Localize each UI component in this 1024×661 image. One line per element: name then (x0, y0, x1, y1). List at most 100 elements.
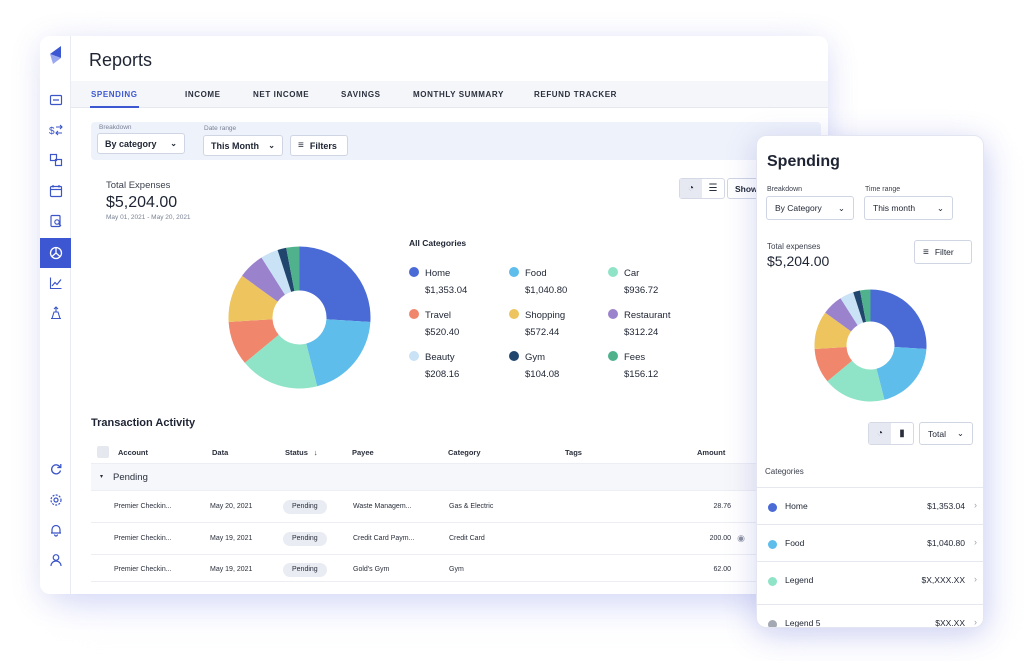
tab-spending[interactable]: SPENDING (90, 81, 139, 108)
notifications-icon[interactable] (40, 517, 71, 543)
select-all-checkbox[interactable] (97, 446, 109, 458)
col-category[interactable]: Category (448, 448, 481, 457)
breakdown-value: By category (105, 138, 157, 149)
tab-income[interactable]: INCOME (185, 81, 221, 108)
row-account: Premier Checkin... (114, 566, 172, 573)
row-amount: 28.76 (713, 503, 731, 510)
table-row[interactable]: Premier Checkin... May 20, 2021 Pending Was… (91, 491, 803, 523)
slice-food[interactable] (306, 319, 371, 387)
col-status[interactable]: Status ↓ (285, 448, 318, 457)
chevron-down-icon: ⌄ (936, 202, 944, 213)
table-row[interactable]: Premier Checkin... May 19, 2021 Pending Cre… (91, 523, 803, 555)
slice-home[interactable] (299, 246, 371, 322)
mobile-category-item[interactable]: Legend 5 $XX.XX › (757, 604, 983, 627)
category-name: Food (785, 538, 805, 548)
desktop-window: $ Reports SPENDING INCOME NET INCOME SAV… (40, 36, 828, 594)
mobile-breakdown-value: By Category (775, 203, 822, 213)
table-header: Account Data Status ↓ Payee Category Tags… (91, 440, 803, 464)
calendar-icon[interactable] (40, 178, 71, 204)
mobile-timerange-label: Time range (865, 186, 901, 193)
tab-net-income[interactable]: NET INCOME (253, 81, 309, 108)
legend-name: Fees (624, 352, 646, 363)
legend-name: Beauty (425, 352, 455, 363)
sort-down-icon: ↓ (313, 448, 318, 457)
legend-amount: $1,353.04 (425, 285, 468, 296)
mobile-panel: Spending Breakdown By Category ⌄ Time ran… (756, 135, 984, 628)
total-expenses-label: Total Expenses (106, 180, 171, 191)
chevron-right-icon: › (974, 500, 977, 510)
col-status-label: Status (285, 448, 308, 457)
pending-group-label: Pending (113, 472, 148, 483)
row-account: Premier Checkin... (114, 535, 172, 542)
filter-bar: Breakdown By category ⌄ Date range This M… (91, 122, 821, 160)
show-button-label: Show (735, 183, 758, 194)
col-payee[interactable]: Payee (352, 448, 374, 457)
mobile-chart-toggle: ◔ ▮ (868, 422, 914, 445)
col-account[interactable]: Account (118, 448, 148, 457)
tab-monthly-summary[interactable]: MONTHLY SUMMARY (413, 81, 504, 108)
row-category: Gym (449, 566, 464, 573)
row-payee: Credit Card Paym... (353, 535, 415, 542)
filter-icon: ≡ (298, 140, 304, 151)
settings-icon[interactable] (40, 487, 71, 513)
tab-refund-tracker[interactable]: REFUND TRACKER (534, 81, 617, 108)
reports-doc-icon[interactable] (40, 208, 71, 234)
breakdown-label: Breakdown (99, 124, 132, 131)
row-category: Credit Card (449, 535, 485, 542)
bar-toggle-icon[interactable]: ☰ (702, 179, 724, 198)
legend-name: Car (624, 268, 640, 279)
refresh-icon[interactable] (40, 456, 71, 482)
bar-toggle-icon[interactable]: ▮ (891, 423, 913, 444)
mobile-category-item[interactable]: Food $1,040.80 › (757, 524, 983, 561)
slice-food[interactable] (876, 347, 927, 400)
legend-amount: $936.72 (624, 285, 659, 296)
reports-active-icon[interactable] (40, 238, 71, 268)
accounts-icon[interactable] (40, 147, 71, 173)
mobile-categories-label: Categories (765, 467, 804, 476)
table-row[interactable]: Premier Checkin... May 19, 2021 Pending Gol… (91, 554, 803, 582)
mobile-filter-label: Filter (934, 247, 954, 257)
row-date: May 19, 2021 (210, 566, 253, 573)
chevron-down-icon: ⌄ (268, 141, 275, 150)
pending-group-header[interactable]: ▾ Pending (91, 464, 803, 491)
col-date[interactable]: Data (212, 448, 228, 457)
mobile-timerange-select[interactable]: This month ⌄ (864, 196, 953, 220)
mobile-category-item[interactable]: Home $1,353.04 › (757, 487, 983, 524)
breakdown-select[interactable]: By category ⌄ (97, 133, 185, 154)
mobile-total-label: Total expenses (767, 242, 821, 251)
investments-icon[interactable] (40, 300, 71, 326)
pie-toggle-icon[interactable]: ◔ (869, 423, 891, 444)
legend-item-car: Car $936.72 (608, 267, 658, 296)
spending-donut-chart (228, 246, 371, 389)
category-name: Home (785, 501, 808, 511)
legend-item-food: Food $1,040.80 (509, 267, 567, 296)
mobile-category-item[interactable]: Legend $X,XXX.XX › (757, 561, 983, 598)
profile-icon[interactable] (40, 547, 71, 573)
filters-button[interactable]: ≡ Filters (290, 135, 348, 156)
col-amount[interactable]: Amount (697, 448, 725, 457)
legend-item-restaurant: Restaurant $312.24 (608, 309, 670, 338)
status-badge: Pending (283, 563, 327, 577)
col-tags[interactable]: Tags (565, 448, 582, 457)
dashboard-icon[interactable] (40, 87, 71, 113)
daterange-select[interactable]: This Month ⌄ (203, 135, 283, 156)
status-badge: Pending (283, 532, 327, 546)
group-collapse-icon[interactable]: ▾ (100, 473, 103, 480)
tab-savings[interactable]: SAVINGS (341, 81, 381, 108)
legend-dot (409, 351, 419, 361)
row-category: Gas & Electric (449, 503, 494, 510)
pie-toggle-icon[interactable]: ◔ (680, 179, 702, 198)
mobile-breakdown-select[interactable]: By Category ⌄ (766, 196, 854, 220)
legend-title: All Categories (409, 238, 467, 248)
legend-name: Shopping (525, 310, 566, 321)
visibility-icon[interactable]: ◉ (737, 533, 745, 544)
transfer-icon[interactable]: $ (40, 117, 71, 143)
row-payee: Waste Managem... (353, 503, 412, 510)
mobile-total-select[interactable]: Total ⌄ (919, 422, 973, 445)
trends-icon[interactable] (40, 270, 71, 296)
mobile-filter-button[interactable]: ≡ Filter (914, 240, 972, 264)
slice-home[interactable] (870, 289, 927, 350)
row-amount: 62.00 (713, 566, 731, 573)
legend-dot (509, 267, 519, 277)
legend-name: Restaurant (624, 310, 671, 321)
